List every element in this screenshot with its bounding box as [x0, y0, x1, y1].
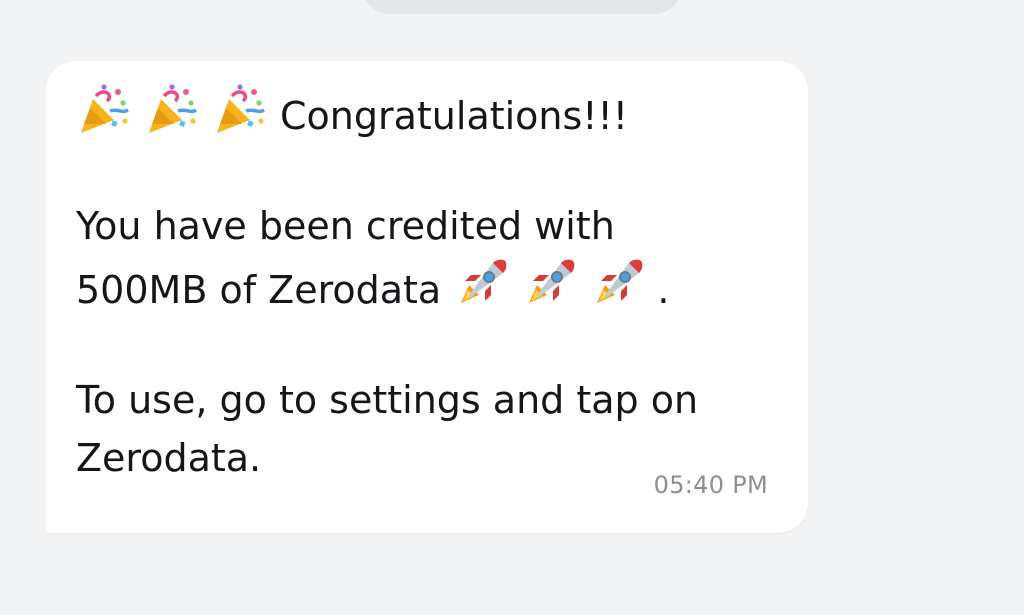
message-line-credited: You have been credited with: [76, 197, 796, 255]
message-line-congratulations: Congratulations!!!: [76, 81, 796, 139]
chat-screen: Congratulations!!! You have been credite…: [0, 0, 1024, 615]
rocket-icon: [453, 255, 509, 327]
party-popper-icon: [212, 81, 268, 153]
party-popper-icon: [144, 81, 200, 153]
rocket-icon: [521, 255, 577, 327]
party-popper-icon: [76, 81, 132, 153]
credited-text: You have been credited with: [76, 204, 615, 248]
instructions-text: To use, go to settings and tap on: [76, 378, 699, 422]
message-text: Congratulations!!! You have been credite…: [76, 81, 796, 487]
rocket-icon: [589, 255, 645, 327]
zerodata-amount-text: 500MB of Zerodata: [76, 268, 442, 312]
previous-message-bubble[interactable]: [362, 0, 682, 14]
congratulations-text: Congratulations!!!: [280, 94, 629, 138]
message-line-instructions: To use, go to settings and tap on: [76, 371, 796, 429]
message-bubble[interactable]: Congratulations!!! You have been credite…: [46, 61, 808, 533]
message-timestamp: 05:40 PM: [653, 471, 768, 499]
period-text: .: [657, 268, 670, 312]
zerodata-text: Zerodata.: [76, 436, 262, 480]
message-line-zerodata-amount: 500MB of Zerodata .: [76, 255, 796, 313]
